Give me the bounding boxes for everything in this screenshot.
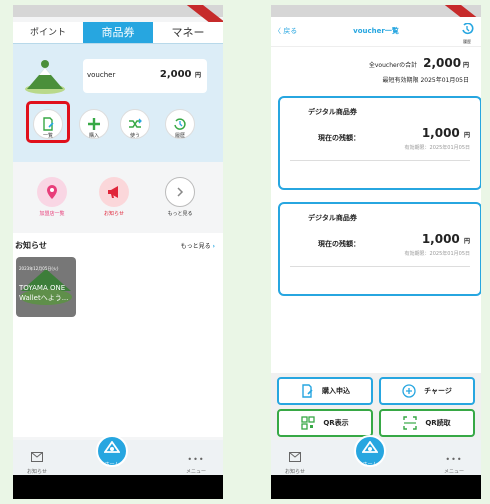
news-card[interactable]: 2023年12月05日(火) TOYAMA ONE Walletへよう... [16, 257, 76, 317]
history-button-label: 履歴 [174, 133, 185, 139]
voucher-card[interactable]: デジタル商品券 現在の残額： 1,000 円 有効期限：2025年01月05日 [278, 96, 481, 190]
news-card-text: TOYAMA ONE Walletへよう... [19, 284, 69, 302]
balance-label: voucher [87, 71, 116, 79]
chevron-right-icon [177, 187, 184, 197]
voucher-amount-value: 1,000 [421, 232, 460, 246]
total-unit: 円 [462, 62, 469, 69]
total-row: 全voucherの合計 2,000 円 [369, 56, 469, 70]
device-bottom-bar [271, 475, 481, 499]
news-section: お知らせ もっと見る › 2023年12月05日(火) TOYAMA ONE W… [13, 233, 223, 337]
nav-menu[interactable]: ••• メニュー [176, 447, 216, 475]
content-blank-area [13, 337, 223, 437]
nav-home-label: ホーム [104, 462, 120, 468]
purchase-apply-label: 購入申込 [322, 387, 350, 395]
tab-money[interactable]: マネー [153, 22, 223, 43]
store-list-button[interactable] [37, 177, 67, 207]
purchase-apply-button[interactable]: 購入申込 [277, 377, 373, 405]
total-value: 2,000 [423, 56, 462, 70]
home-screen: ポイント 商品券 マネー voucher 2,000 円 一覧 購入 使う 履歴… [13, 5, 223, 499]
voucher-amount-unit: 円 [463, 238, 470, 245]
history-icon [174, 118, 186, 130]
tab-bar: ポイント 商品券 マネー [13, 22, 223, 44]
more-menu-label: もっと見る [167, 211, 193, 217]
device-bottom-bar [13, 475, 223, 499]
earliest-expiry-row: 最短有効期限 2025年01月05日 [383, 75, 469, 84]
nav-notices-label: お知らせ [27, 469, 47, 475]
use-button-label: 使う [129, 133, 140, 139]
nav-notices[interactable]: お知らせ [17, 447, 57, 475]
highlight-frame [26, 101, 70, 143]
tab-points[interactable]: ポイント [13, 22, 83, 43]
voucher-amount: 1,000 円 [422, 232, 470, 246]
history-icon [462, 22, 474, 35]
header: 〈 戻る voucher一覧 履歴 [271, 17, 481, 47]
voucher-expiry: 有効期限：2025年01月05日 [404, 145, 470, 151]
history-button[interactable]: 履歴 [457, 20, 477, 45]
news-more-link[interactable]: もっと見る › [181, 241, 215, 250]
balance-box[interactable]: voucher 2,000 円 [83, 59, 207, 93]
megaphone-icon [108, 186, 118, 198]
mountain-logo-icon [23, 56, 67, 96]
store-list-label: 加盟店一覧 [39, 211, 65, 217]
nav-menu[interactable]: ••• メニュー [434, 447, 474, 475]
qr-scan-button[interactable]: QR読取 [379, 409, 475, 437]
voucher-amount-value: 1,000 [421, 126, 460, 140]
earliest-expiry-value: 2025年01月05日 [420, 77, 469, 84]
voucher-balance-label: 現在の残額： [318, 240, 360, 248]
action-area: 購入申込 チャージ QR表示 QR読取 [271, 373, 481, 441]
qr-scan-icon [403, 416, 418, 430]
news-more-chevron-icon: › [212, 243, 215, 250]
voucher-divider [290, 266, 470, 267]
home-logo-icon [362, 441, 378, 453]
qr-code-icon [301, 416, 315, 430]
news-card-date: 2023年12月05日(火) [19, 266, 59, 271]
more-menu-button[interactable] [165, 177, 195, 207]
earliest-expiry-label: 最短有効期限 [382, 77, 419, 84]
charge-label: チャージ [424, 387, 452, 395]
voucher-amount: 1,000 円 [422, 126, 470, 140]
voucher-divider [290, 160, 470, 161]
map-pin-icon [47, 185, 57, 199]
nav-menu-label: メニュー [443, 469, 464, 475]
charge-button[interactable]: チャージ [379, 377, 475, 405]
nav-home-label: ホーム [362, 462, 378, 468]
notice-menu-button[interactable] [99, 177, 129, 207]
history-label: 履歴 [463, 39, 471, 44]
dots-icon: ••• [445, 455, 463, 464]
voucher-name: デジタル商品券 [308, 214, 357, 222]
news-more-label: もっと見る [180, 243, 211, 250]
document-edit-icon [300, 384, 314, 398]
home-logo-icon [104, 441, 120, 453]
balance-value: 2,000 円 [160, 69, 201, 80]
nav-notices-label: お知らせ [285, 469, 305, 475]
voucher-name: デジタル商品券 [308, 108, 357, 116]
nav-notices[interactable]: お知らせ [275, 447, 315, 475]
purchase-button-label: 購入 [88, 133, 99, 139]
qr-scan-label: QR読取 [425, 419, 451, 427]
shuffle-icon [129, 118, 142, 128]
voucher-amount-unit: 円 [463, 132, 470, 139]
balance-amount: 2,000 [159, 69, 192, 80]
notice-menu-label: お知らせ [104, 211, 124, 217]
voucher-balance-label: 現在の残額： [318, 134, 360, 142]
tab-vouchers[interactable]: 商品券 [83, 22, 153, 43]
news-title: お知らせ [15, 241, 47, 250]
mail-icon [289, 452, 301, 462]
dots-icon: ••• [187, 455, 205, 464]
nav-menu-label: メニュー [185, 469, 206, 475]
qr-show-label: QR表示 [323, 419, 349, 427]
plus-icon [88, 118, 100, 130]
voucher-expiry: 有効期限：2025年01月05日 [404, 251, 470, 257]
voucher-list-screen: 〈 戻る voucher一覧 履歴 全voucherの合計 2,000 円 最短… [271, 5, 481, 499]
mail-icon [31, 452, 43, 462]
total-label: 全voucherの合計 [368, 62, 418, 69]
balance-unit: 円 [194, 72, 201, 79]
plus-circle-icon [402, 384, 416, 398]
page-title: voucher一覧 [353, 27, 399, 35]
voucher-card[interactable]: デジタル商品券 現在の残額： 1,000 円 有効期限：2025年01月05日 [278, 202, 481, 296]
qr-show-button[interactable]: QR表示 [277, 409, 373, 437]
